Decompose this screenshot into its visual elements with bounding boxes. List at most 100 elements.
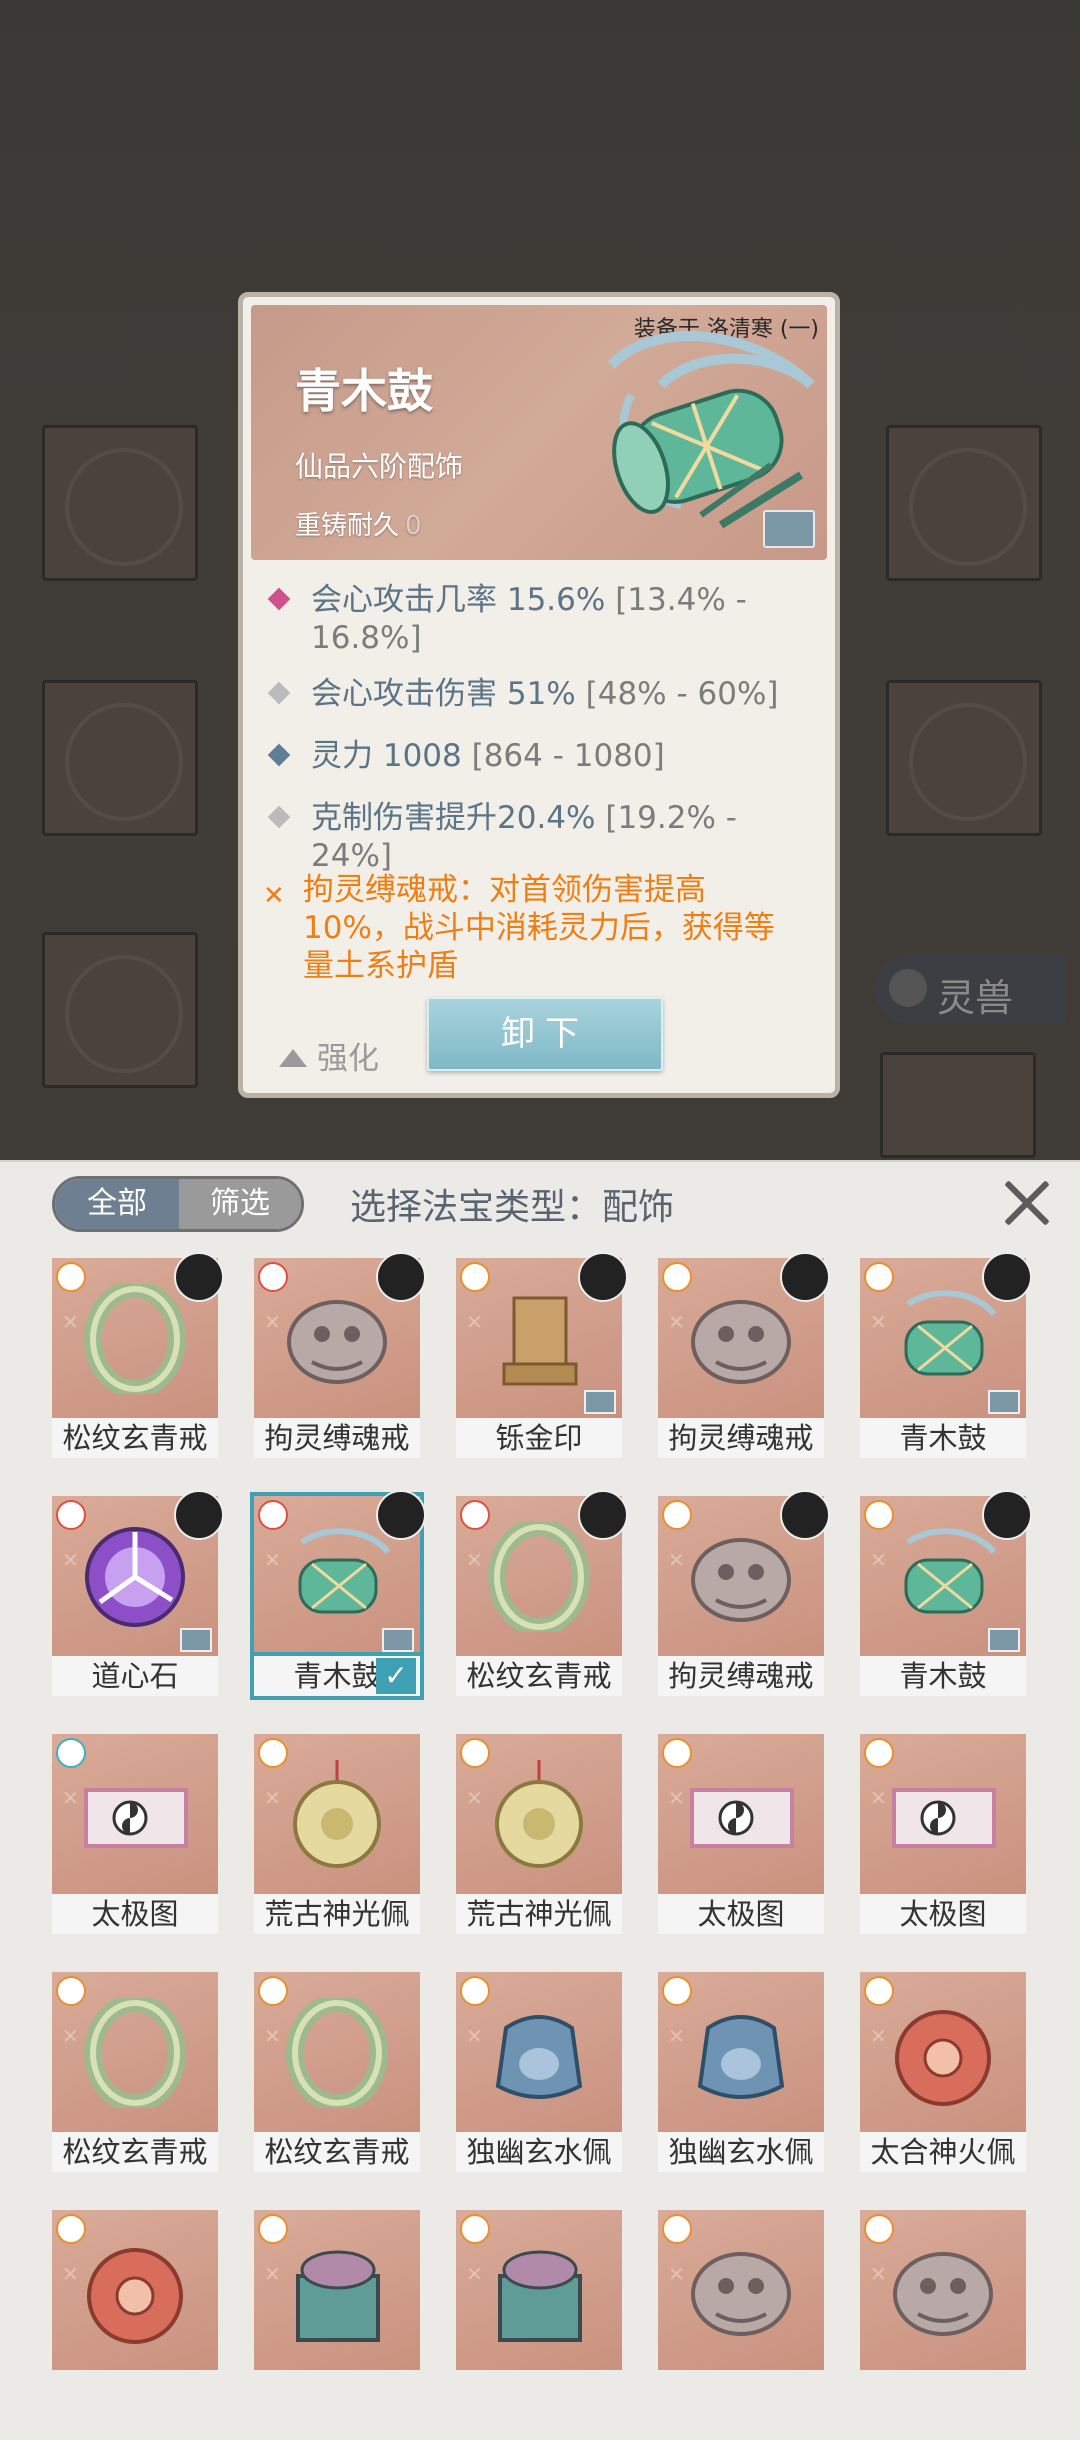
beast-ring-icon [691,2252,791,2336]
item-slot[interactable]: ✕ 松纹玄青戒 [254,1972,420,2182]
owner-avatar [376,1252,426,1302]
item-slot[interactable]: ✕ 拘灵缚魂戒 [658,1490,830,1706]
stat-line: 灵力 1008 [864 - 1080] [267,737,811,775]
item-slot[interactable]: ✕ 荒古神光佩 [254,1734,420,1944]
item-slot[interactable]: ✕ 拘灵缚魂戒 [254,1252,426,1468]
item-detail-header: 装备于 洛清寒 (一) 青木鼓 仙品六阶配饰 重铸耐久 0 [251,305,827,560]
item-selector-panel: 全部 筛选 选择法宝类型：配饰 ✕ 松纹玄青戒 ✕ 拘灵缚魂戒 ✕ 铄金印 ✕ 拘灵缚魂戒 ✕ 青… [0,1160,1080,2440]
item-label: 太极图 [52,1894,218,1934]
item-slot[interactable]: ✕ 独幽玄水佩 [456,1972,622,2182]
panel-title: 选择法宝类型：配饰 [350,1187,675,1228]
item-slot[interactable]: ✕ [658,2210,824,2420]
tag-icon [180,1628,212,1652]
stat-line: 会心攻击伤害 51% [48% - 60%] [267,675,811,713]
glyph-icon: ✕ [264,2262,281,2286]
pendant-red-icon [895,2010,991,2106]
bg-equip-slot [886,680,1042,836]
stat-line: 会心攻击几率 15.6% [13.4% - 16.8%] [267,581,811,657]
item-detail-card: 装备于 洛清寒 (一) 青木鼓 仙品六阶配饰 重铸耐久 0 会心攻击几率 15.6… [238,292,840,1098]
glyph-icon: ✕ [668,1786,685,1810]
item-slot[interactable]: ✕ [456,2210,622,2420]
glyph-icon: ✕ [466,1786,483,1810]
item-slot[interactable]: ✕ 太极图 [860,1734,1026,1944]
item-label: 独幽玄水佩 [456,2132,622,2172]
unequip-button[interactable]: 卸下 [427,997,663,1071]
bg-equip-slot [42,680,198,836]
enhance-button[interactable]: 强化 [279,1033,379,1078]
owner-avatar [174,1490,224,1540]
tab-filter[interactable]: 筛选 [179,1179,301,1229]
glyph-icon: ✕ [466,1548,483,1572]
item-label: 荒古神光佩 [254,1894,420,1934]
seal-gold-icon [502,1296,578,1386]
item-slot[interactable]: ✕ 松纹玄青戒 [52,1972,218,2182]
diamond-icon [267,743,291,767]
glyph-icon: ✕ [264,2024,281,2048]
ring-green-icon [286,1998,388,2108]
item-slot[interactable]: ✕ 道心石 [52,1490,224,1706]
glyph-icon: ✕ [264,1786,281,1810]
item-slot[interactable]: ✕ [860,2210,1026,2420]
beast-ring-icon [287,1300,387,1384]
diamond-icon [267,681,291,705]
owner-avatar [174,1252,224,1302]
glyph-icon: ✕ [62,1548,79,1572]
item-slot[interactable]: ✕ 太极图 [52,1734,218,1944]
pendant-gold-icon [495,1760,583,1868]
item-slot[interactable]: ✕ 太极图 [658,1734,824,1944]
check-icon: ✓ [376,1658,416,1694]
item-slot[interactable]: ✕ 独幽玄水佩 [658,1972,824,2182]
glyph-icon: ✕ [62,1786,79,1810]
item-label: 拘灵缚魂戒 [254,1418,420,1458]
spirit-beast-tab: 灵兽 [875,955,1065,1023]
item-slot[interactable]: ✕ 荒古神光佩 [456,1734,622,1944]
tag-icon [988,1628,1020,1652]
drum-green-icon [298,1528,391,1614]
arrow-up-icon [279,1049,307,1067]
item-label: 松纹玄青戒 [52,1418,218,1458]
item-slot[interactable]: ✕ 青木鼓 [860,1490,1032,1706]
item-slot[interactable]: ✕ [52,2210,218,2420]
item-label: 荒古神光佩 [456,1894,622,1934]
close-icon[interactable] [1000,1176,1054,1230]
item-slot[interactable]: ✕ [254,2210,420,2420]
skill-description: ✕ 拘灵缚魂戒：对首领伤害提高10%，战斗中消耗灵力后，获得等量土系护盾 [263,872,775,984]
filter-toggle: 全部 筛选 [52,1176,304,1232]
item-rank: 仙品六阶配饰 [295,450,464,483]
skill-mark-icon: ✕ [263,881,285,911]
item-slot[interactable]: ✕ 拘灵缚魂戒 [658,1252,830,1468]
glyph-icon: ✕ [870,1786,887,1810]
beast-ring-icon [691,1538,791,1622]
owner-avatar [376,1490,426,1540]
paw-icon [889,969,927,1007]
tag-icon [382,1628,414,1652]
tab-all[interactable]: 全部 [55,1179,179,1229]
item-label: 青木鼓 [860,1418,1026,1458]
diamond-icon [267,805,291,829]
stat-line: 克制伤害提升20.4% [19.2% - 24%] [267,799,811,875]
item-slot[interactable]: ✕ 青木鼓 [860,1252,1032,1468]
glyph-icon: ✕ [62,2024,79,2048]
item-label: 铄金印 [456,1418,622,1458]
glyph-icon: ✕ [668,1548,685,1572]
item-slot[interactable]: ✕ 松纹玄青戒 [456,1490,628,1706]
pendant-red-icon [87,2248,183,2344]
orb-purple-icon [85,1527,185,1627]
beast-ring-icon [893,2252,993,2336]
drum-green-icon [904,1290,997,1376]
owner-avatar [780,1490,830,1540]
bg-equip-slot [42,932,198,1088]
item-label: 拘灵缚魂戒 [658,1656,824,1696]
diamond-icon [267,587,291,611]
recast-durability: 重铸耐久 0 [295,511,422,541]
scroll-taiji-icon [690,1788,794,1848]
item-label: 青木鼓 [860,1656,1026,1696]
item-label: 松纹玄青戒 [52,2132,218,2172]
owner-avatar [982,1490,1032,1540]
item-slot[interactable]: ✕ 青木鼓 ✓ [254,1490,426,1706]
item-slot[interactable]: ✕ 松纹玄青戒 [52,1252,224,1468]
beast-ring-icon [691,1300,791,1384]
item-slot[interactable]: ✕ 铄金印 [456,1252,628,1468]
glyph-icon: ✕ [668,1310,685,1334]
item-slot[interactable]: ✕ 太合神火佩 [860,1972,1026,2182]
